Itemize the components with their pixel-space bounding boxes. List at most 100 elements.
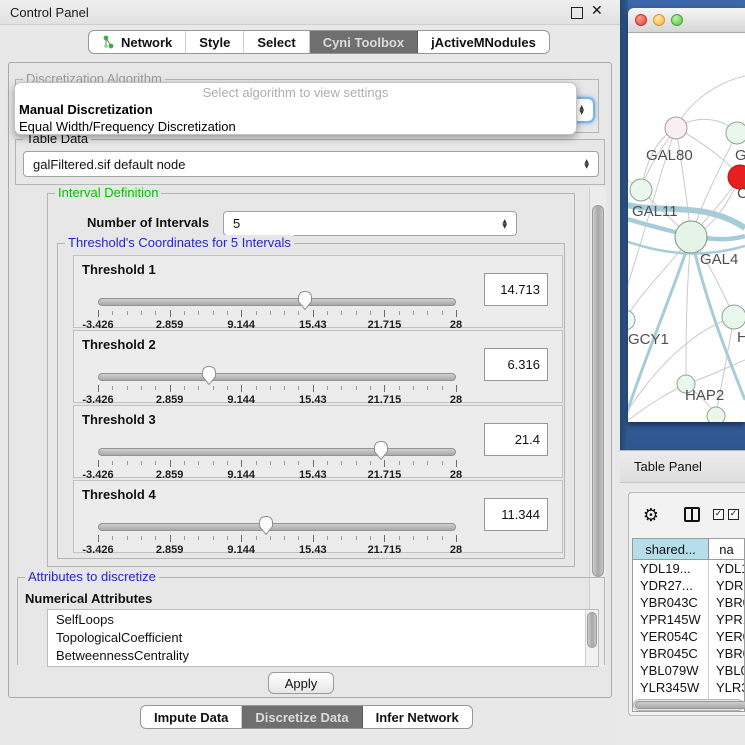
- tick-mark: [427, 386, 428, 390]
- cell-name[interactable]: YBR0...: [709, 645, 744, 662]
- cell-name[interactable]: YDR2...: [709, 577, 744, 594]
- tab-style[interactable]: Style: [186, 31, 244, 53]
- threshold-4-label: Threshold 4: [82, 487, 156, 502]
- tick-mark: [127, 311, 128, 315]
- slider-track[interactable]: [98, 523, 456, 531]
- slider-track[interactable]: [98, 373, 456, 381]
- table-hscrollbar-thumb[interactable]: [635, 701, 745, 709]
- node-gal4[interactable]: [675, 221, 707, 253]
- threshold-2-slider[interactable]: -3.4262.8599.14415.4321.71528: [98, 370, 456, 404]
- tab-select[interactable]: Select: [244, 31, 309, 53]
- tab-cyni-toolbox[interactable]: Cyni Toolbox: [310, 31, 418, 53]
- tick-mark: [370, 461, 371, 465]
- tab-discretize-data[interactable]: Discretize Data: [242, 706, 362, 728]
- threshold-4-slider[interactable]: -3.4262.8599.14415.4321.71528: [98, 520, 456, 554]
- tab-jactivemnodules[interactable]: jActiveMNodules: [418, 31, 549, 53]
- network-canvas[interactable]: GAL80 G C GAL11 GAL4 GCY1 H HAP2: [628, 32, 745, 422]
- tab-impute-data[interactable]: Impute Data: [141, 706, 242, 728]
- node-attribute-table[interactable]: shared... na YDL19...YDL1... YDR27...YDR…: [632, 538, 745, 712]
- list-item[interactable]: SelfLoops: [48, 610, 598, 628]
- slider-track[interactable]: [98, 448, 456, 456]
- cell-name[interactable]: YBL0...: [709, 662, 744, 679]
- table-row[interactable]: YBL079WYBL0...: [633, 662, 744, 679]
- node-label-partial-h: H: [737, 329, 745, 346]
- slider-thumb[interactable]: [201, 365, 217, 386]
- cell-name[interactable]: YPR1...: [709, 611, 744, 628]
- threshold-4-value-field[interactable]: 11.344: [484, 498, 548, 531]
- threshold-3-slider[interactable]: -3.4262.8599.14415.4321.71528: [98, 445, 456, 479]
- node-gal80[interactable]: [665, 117, 687, 139]
- node-h[interactable]: [722, 305, 745, 329]
- cell-shared[interactable]: YBR045C: [633, 645, 709, 662]
- cell-shared[interactable]: YDL19...: [633, 560, 709, 577]
- cell-shared[interactable]: YLR345W: [633, 679, 709, 696]
- num-intervals-combobox[interactable]: 5 ▲▼: [223, 211, 517, 236]
- close-window-icon[interactable]: ✕: [591, 3, 603, 19]
- threshold-1-value-field[interactable]: 14.713: [484, 273, 548, 306]
- list-item[interactable]: BetweennessCentrality: [48, 646, 598, 664]
- node-bottom[interactable]: [707, 407, 725, 422]
- cell-shared[interactable]: YER054C: [633, 628, 709, 645]
- tick-label: 15.43: [299, 544, 327, 556]
- table-row[interactable]: YLR345WYLR3...: [633, 679, 744, 696]
- tick-mark: [327, 311, 328, 315]
- mac-close-button[interactable]: [635, 14, 647, 26]
- tab-select-label: Select: [257, 35, 295, 50]
- tick-mark: [184, 386, 185, 390]
- table-row[interactable]: YPR145WYPR1...: [633, 611, 744, 628]
- table-row[interactable]: YBR045CYBR0...: [633, 645, 744, 662]
- attributes-list-scrollbar[interactable]: [585, 610, 598, 666]
- numerical-attributes-list[interactable]: SelfLoops TopologicalCoefficient Between…: [47, 609, 599, 667]
- tick-mark: [356, 461, 357, 465]
- slider-thumb[interactable]: [297, 290, 313, 311]
- node-label-hap2: HAP2: [685, 387, 724, 404]
- node-top-right[interactable]: [726, 122, 745, 144]
- tab-infer-network[interactable]: Infer Network: [363, 706, 472, 728]
- settings-scrollbar-thumb[interactable]: [592, 205, 604, 577]
- tab-network[interactable]: Network: [89, 31, 186, 53]
- column-header-name[interactable]: na: [709, 539, 744, 559]
- cell-name[interactable]: YDL1...: [709, 560, 744, 577]
- threshold-3-value-field[interactable]: 21.4: [484, 423, 548, 456]
- tick-mark: [198, 536, 199, 540]
- split-view-button[interactable]: [684, 507, 700, 522]
- table-settings-button[interactable]: ⚙: [641, 505, 661, 525]
- list-item[interactable]: TopologicalCoefficient: [48, 628, 598, 646]
- cell-shared[interactable]: YPR145W: [633, 611, 709, 628]
- column-header-shared-name[interactable]: shared...: [633, 539, 709, 559]
- dropdown-placeholder: Select algorithm to view settings: [15, 83, 576, 101]
- tick-mark: [284, 386, 285, 390]
- select-all-columns-button[interactable]: ✓: [713, 509, 724, 520]
- tick-mark: [456, 535, 457, 542]
- table-data-combobox[interactable]: galFiltered.sif default node ▲▼: [23, 151, 599, 177]
- dropdown-option-manual[interactable]: Manual Discretization: [15, 101, 576, 118]
- thresholds-group-label: Threshold's Coordinates for 5 Intervals: [65, 235, 294, 250]
- dropdown-option-equal-width[interactable]: Equal Width/Frequency Discretization: [15, 118, 576, 135]
- table-row[interactable]: YDL19...YDL1...: [633, 560, 744, 577]
- table-row[interactable]: YDR27...YDR2...: [633, 577, 744, 594]
- network-window[interactable]: GAL80 G C GAL11 GAL4 GCY1 H HAP2: [628, 8, 745, 422]
- mac-minimize-button[interactable]: [653, 14, 665, 26]
- float-window-icon[interactable]: [571, 7, 583, 19]
- threshold-2-value-field[interactable]: 6.316: [484, 348, 548, 381]
- cell-name[interactable]: YBR0...: [709, 594, 744, 611]
- cell-shared[interactable]: YDR27...: [633, 577, 709, 594]
- slider-track[interactable]: [98, 298, 456, 306]
- threshold-1-slider[interactable]: -3.4262.8599.14415.4321.71528: [98, 295, 456, 329]
- table-row[interactable]: YBR043CYBR0...: [633, 594, 744, 611]
- table-row[interactable]: YER054CYER0...: [633, 628, 744, 645]
- table-horizontal-scrollbar[interactable]: [633, 699, 744, 711]
- node-gcy1[interactable]: [628, 310, 635, 330]
- node-gal11[interactable]: [630, 179, 652, 201]
- attributes-scrollbar-thumb[interactable]: [587, 612, 597, 648]
- tick-mark: [256, 461, 257, 465]
- cell-shared[interactable]: YBR043C: [633, 594, 709, 611]
- cell-shared[interactable]: YBL079W: [633, 662, 709, 679]
- select-columns-button[interactable]: ✓: [728, 509, 739, 520]
- slider-thumb[interactable]: [258, 515, 274, 536]
- cell-name[interactable]: YER0...: [709, 628, 744, 645]
- slider-thumb[interactable]: [373, 440, 389, 461]
- cell-name[interactable]: YLR3...: [709, 679, 744, 696]
- mac-zoom-button[interactable]: [671, 14, 683, 26]
- apply-button[interactable]: Apply: [268, 672, 334, 694]
